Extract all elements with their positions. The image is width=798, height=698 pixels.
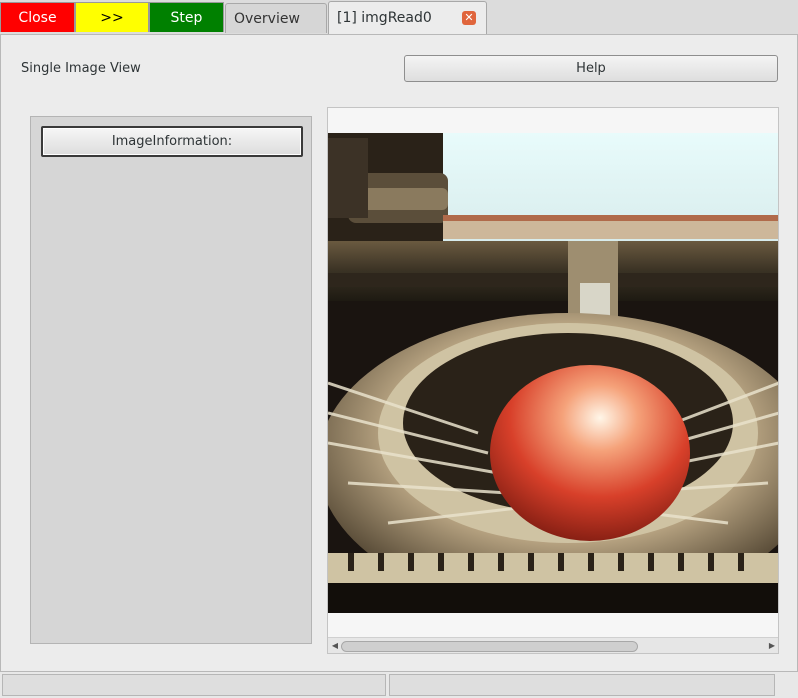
top-toolbar: Close >> Step Overview [1] imgRead0 ✕ [0, 0, 798, 34]
step-button[interactable]: Step [149, 2, 224, 32]
image-viewer[interactable]: ◀ ▶ [327, 107, 779, 654]
view-title: Single Image View [21, 61, 141, 76]
info-pane: ImageInformation: [30, 116, 312, 644]
tab-overview-label: Overview [234, 10, 300, 27]
status-bar-right [389, 674, 775, 696]
typewriter-photo [328, 133, 778, 613]
tab-imgread0[interactable]: [1] imgRead0 ✕ [328, 1, 487, 34]
tab-imgread0-label: [1] imgRead0 [337, 10, 432, 26]
scroll-right-icon[interactable]: ▶ [767, 641, 777, 651]
horizontal-scrollbar[interactable]: ◀ ▶ [328, 637, 778, 653]
scroll-left-icon[interactable]: ◀ [330, 641, 340, 651]
next-button[interactable]: >> [75, 2, 149, 32]
single-image-view-panel: Single Image View Help ImageInformation: [0, 34, 798, 672]
help-button[interactable]: Help [404, 55, 778, 82]
close-button[interactable]: Close [0, 2, 75, 32]
tab-overview[interactable]: Overview [225, 3, 327, 33]
close-tab-icon[interactable]: ✕ [462, 11, 476, 25]
scrollbar-thumb[interactable] [341, 641, 638, 652]
status-bar-left [2, 674, 386, 696]
image-information-button[interactable]: ImageInformation: [41, 126, 303, 157]
